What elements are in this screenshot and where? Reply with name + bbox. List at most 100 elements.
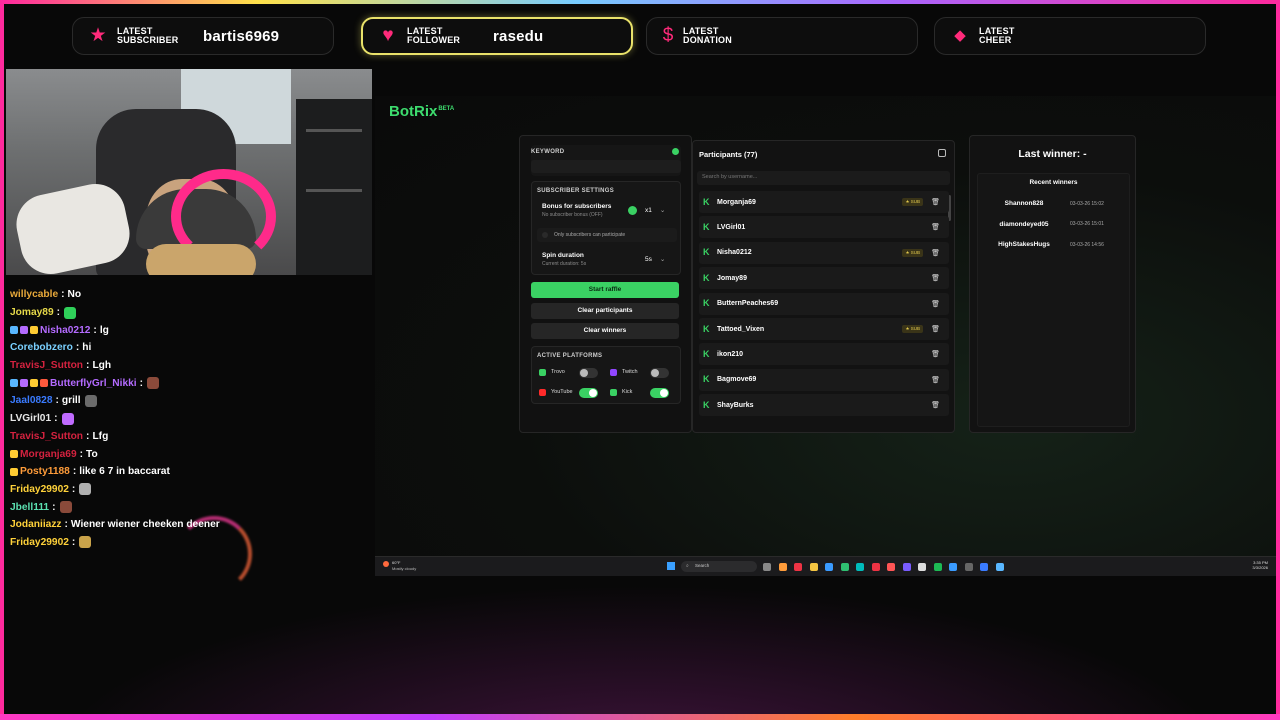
trash-icon[interactable]: 🗑: [931, 223, 940, 231]
chat-username[interactable]: Corebobzero: [10, 339, 73, 356]
bonus-select[interactable]: x1 ⌄: [642, 204, 670, 217]
clear-winners-button[interactable]: Clear winners: [531, 323, 679, 339]
taskbar-app-icon[interactable]: [964, 563, 973, 571]
kick-icon: K: [703, 272, 710, 283]
taskbar-app-icon[interactable]: [933, 563, 942, 571]
info-icon[interactable]: [672, 148, 679, 155]
chevron-down-icon: ⌄: [659, 256, 666, 263]
subscriber-settings-label: SUBSCRIBER SETTINGS: [537, 188, 615, 194]
trash-icon[interactable]: 🗑: [931, 325, 940, 333]
winner-panel: Last winner: - Recent winners: [969, 135, 1136, 433]
taskbar-app-icon[interactable]: [918, 563, 926, 571]
chat-username[interactable]: Friday29902: [10, 534, 69, 551]
alert-latest-follower: ♥ LATEST FOLLOWER rasedu: [361, 17, 633, 55]
trash-icon[interactable]: 🗑: [931, 401, 940, 409]
taskbar-app-icon[interactable]: [763, 563, 771, 571]
bonus-info-icon[interactable]: [628, 206, 637, 215]
diamond-icon: ◆: [954, 27, 966, 44]
alert-latest-subscriber: ★ LATEST SUBSCRIBER bartis6969: [72, 17, 334, 55]
chat-username[interactable]: willycable: [10, 286, 58, 303]
taskbar-clock[interactable]: 3:35 PM 3/3/2026: [1252, 560, 1268, 570]
taskbar-app-icon[interactable]: [778, 563, 787, 571]
windows-start-icon[interactable]: [667, 562, 675, 570]
trash-icon[interactable]: 🗑: [931, 198, 940, 206]
alert-label: DONATION: [683, 35, 732, 45]
trash-icon[interactable]: 🗑: [931, 300, 940, 308]
bonus-value: x1: [645, 207, 652, 214]
taskbar-app-icon[interactable]: [840, 563, 849, 571]
taskbar-app-icon[interactable]: [825, 563, 833, 571]
platform-toggle[interactable]: [650, 388, 669, 398]
platform-label: Trovo: [551, 369, 565, 375]
spin-duration-select[interactable]: 5s ⌄: [642, 253, 670, 266]
participant-row: K Jomay89 🗑: [699, 267, 949, 290]
chat-username[interactable]: Morganja69: [20, 446, 77, 463]
participant-name: Bagmove69: [717, 376, 757, 384]
chat-text: No: [67, 289, 82, 301]
chat-text: grill: [61, 395, 81, 407]
taskbar-app-icon[interactable]: [980, 563, 988, 571]
chat-separator: :: [139, 377, 144, 389]
participant-row: K Nisha0212 ★ SUB 🗑: [699, 241, 949, 264]
taskbar-app-icon[interactable]: [949, 563, 957, 571]
chat-message: TravisJ_Sutton: Lfg: [10, 428, 370, 446]
alert-latest-donation: $ LATEST DONATION: [646, 17, 918, 55]
chat-username[interactable]: Friday29902: [10, 481, 69, 498]
alert-label: FOLLOWER: [407, 35, 461, 45]
platform-label: Twitch: [622, 369, 638, 375]
only-subs-toggle-row[interactable]: Only subscribers can participate: [537, 228, 677, 242]
taskbar-app-icon[interactable]: [995, 563, 1004, 571]
taskbar-app-icon[interactable]: [856, 563, 864, 571]
keyword-section: KEYWORD: [531, 145, 681, 176]
chat-username[interactable]: Jaal0828: [10, 392, 53, 409]
platform-youtube: YouTube: [539, 387, 601, 399]
platform-toggle[interactable]: [650, 368, 669, 378]
chat-emote-icon: [79, 536, 92, 549]
start-raffle-button[interactable]: Start raffle: [531, 282, 679, 298]
last-winner: Last winner: -: [1018, 148, 1087, 160]
chat-message: Posty1188: like 6 7 in baccarat: [10, 463, 370, 481]
chat-username[interactable]: TravisJ_Sutton: [10, 428, 83, 445]
taskbar-app-icon[interactable]: [871, 563, 880, 571]
taskbar-app-icon[interactable]: [809, 563, 818, 571]
chat-username[interactable]: Jodaniiazz: [10, 516, 62, 533]
participant-name: Morganja69: [717, 198, 756, 206]
chat-text: Wiener wiener cheeken deener: [70, 519, 220, 531]
chat-message: willycable: No: [10, 286, 370, 304]
cam-hair: [146, 244, 256, 275]
winner-date: 03-03-26 15:01: [1070, 221, 1104, 227]
chat-username[interactable]: Posty1188: [20, 463, 70, 480]
taskbar-app-icon[interactable]: [887, 563, 895, 571]
only-subs-checkbox[interactable]: [542, 232, 548, 238]
participant-search-input[interactable]: Search by username...: [697, 171, 950, 185]
chat-message: Jbell111:: [10, 498, 370, 516]
trash-icon[interactable]: 🗑: [931, 350, 940, 358]
chat-badge-icon: [30, 326, 38, 335]
kick-icon: [610, 389, 617, 396]
chat-username[interactable]: LVGirl01: [10, 410, 51, 427]
copy-icon[interactable]: [938, 149, 946, 157]
chat-separator: :: [86, 360, 90, 372]
trash-icon[interactable]: 🗑: [931, 249, 940, 257]
platform-toggle[interactable]: [579, 388, 598, 398]
trash-icon[interactable]: 🗑: [931, 274, 940, 282]
clear-participants-button[interactable]: Clear participants: [531, 303, 679, 319]
platform-toggle[interactable]: [579, 368, 598, 378]
taskbar-app-icon[interactable]: [902, 563, 911, 571]
chat-username[interactable]: ButterflyGrl_Nikki: [50, 375, 137, 392]
logo-text: BotRix: [389, 103, 438, 120]
taskbar-app-icon[interactable]: [794, 563, 802, 571]
botrix-logo[interactable]: BotRixBETA: [389, 103, 454, 120]
keyword-input[interactable]: [531, 160, 681, 173]
trash-icon[interactable]: 🗑: [931, 376, 940, 384]
winner-row: Shannon828 03-03-26 15:02: [978, 195, 1128, 212]
chat-message: Friday29902:: [10, 534, 370, 552]
chat-username[interactable]: Nisha0212: [40, 322, 90, 339]
chat-message: Corebobzero: hi: [10, 339, 370, 357]
chat-username[interactable]: Jbell111: [10, 499, 49, 516]
taskbar-search[interactable]: ⌕ Search: [681, 561, 757, 572]
overlay-bottom-bar: [0, 714, 1280, 720]
chat-username[interactable]: TravisJ_Sutton: [10, 357, 83, 374]
chat-separator: :: [52, 501, 56, 513]
chat-username[interactable]: Jomay89: [10, 304, 54, 321]
